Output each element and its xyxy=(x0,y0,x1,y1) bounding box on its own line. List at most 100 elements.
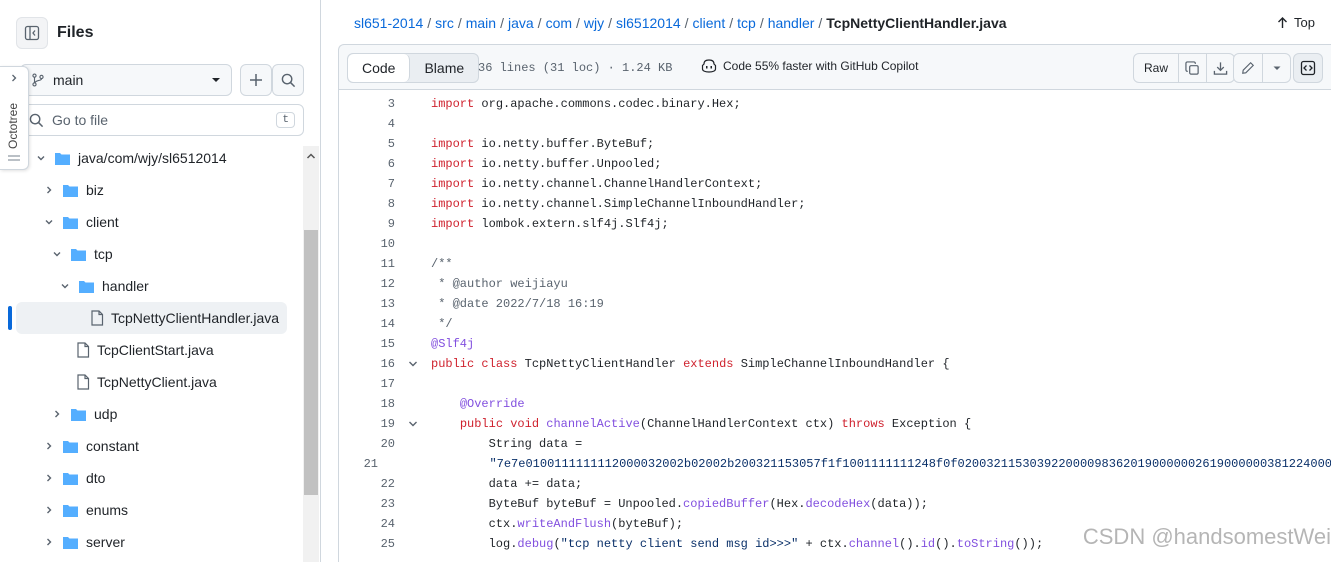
breadcrumb-tcp[interactable]: tcp xyxy=(737,15,756,31)
file-actions: Raw xyxy=(1133,53,1236,83)
branch-selector[interactable]: main xyxy=(20,64,232,96)
code-text: String data = xyxy=(431,437,583,451)
files-header: Files xyxy=(16,17,93,49)
line-number[interactable]: 7 xyxy=(339,177,395,191)
line-number[interactable]: 5 xyxy=(339,137,395,151)
line-number[interactable]: 11 xyxy=(339,257,395,271)
fold-toggle[interactable] xyxy=(395,359,431,369)
line-number[interactable]: 21 xyxy=(339,457,378,471)
tree-item-label: TcpNettyClient.java xyxy=(97,374,217,390)
line-number[interactable]: 15 xyxy=(339,337,395,351)
search-icon xyxy=(29,113,44,127)
tree-scrollbar-thumb[interactable] xyxy=(304,230,318,495)
code-text: log.debug("tcp netty client send msg id>… xyxy=(431,537,1044,551)
chevron-down-icon xyxy=(45,220,53,225)
code-text: /** xyxy=(431,257,453,271)
chevron-right-icon xyxy=(47,442,52,450)
tree-item-udp[interactable]: udp xyxy=(50,398,304,430)
sidebar-collapse-icon xyxy=(24,25,40,41)
tree-item-handler[interactable]: handler xyxy=(58,270,304,302)
line-number[interactable]: 10 xyxy=(339,237,395,251)
octotree-toggle[interactable]: Octotree xyxy=(0,66,29,170)
chevron-down-icon xyxy=(409,361,417,367)
breadcrumb-java[interactable]: java xyxy=(508,15,534,31)
line-number[interactable]: 12 xyxy=(339,277,395,291)
chevron-down-icon xyxy=(61,284,69,289)
line-number[interactable]: 17 xyxy=(339,377,395,391)
breadcrumb-wjy[interactable]: wjy xyxy=(584,15,604,31)
git-branch-icon xyxy=(32,73,44,87)
go-to-file-input[interactable] xyxy=(52,112,272,128)
chevron-down-icon xyxy=(53,252,61,257)
code-line: 19 public void channelActive(ChannelHand… xyxy=(339,414,1331,434)
copy-button[interactable] xyxy=(1178,54,1206,82)
breadcrumb-client[interactable]: client xyxy=(693,15,726,31)
code-line: 22 data += data; xyxy=(339,474,1331,494)
tree-item-tcpclientstart[interactable]: TcpClientStart.java xyxy=(76,334,304,366)
tree-item-client[interactable]: client xyxy=(42,206,304,238)
edit-button[interactable] xyxy=(1234,54,1262,82)
breadcrumb-handler[interactable]: handler xyxy=(768,15,815,31)
line-number[interactable]: 25 xyxy=(339,537,395,551)
line-number[interactable]: 13 xyxy=(339,297,395,311)
scroll-up-arrow[interactable] xyxy=(303,148,319,164)
line-number[interactable]: 18 xyxy=(339,397,395,411)
edit-options-button[interactable] xyxy=(1262,54,1290,82)
line-number[interactable]: 19 xyxy=(339,417,395,431)
tree-item-server[interactable]: server xyxy=(42,526,304,558)
tab-blame[interactable]: Blame xyxy=(410,54,478,82)
line-number[interactable]: 23 xyxy=(339,497,395,511)
tree-item-sl6512014[interactable]: java/com/wjy/sl6512014 xyxy=(34,142,304,174)
tree-item-tcpnettyclienthandler[interactable]: TcpNettyClientHandler.java xyxy=(16,302,287,334)
code-line: 4 xyxy=(339,114,1331,134)
edit-actions xyxy=(1233,53,1291,83)
fold-toggle[interactable] xyxy=(395,419,431,429)
line-number[interactable]: 8 xyxy=(339,197,395,211)
breadcrumb-sl6512014[interactable]: sl6512014 xyxy=(616,15,681,31)
file-sidebar: Files main t java/com/wjy/sl6512014 biz xyxy=(0,0,321,562)
tree-item-constant[interactable]: constant xyxy=(42,430,304,462)
chevron-right-icon xyxy=(12,74,17,82)
tab-code[interactable]: Code xyxy=(348,54,411,82)
search-code-button[interactable] xyxy=(272,64,304,96)
line-number[interactable]: 22 xyxy=(339,477,395,491)
tree-item-biz[interactable]: biz xyxy=(42,174,304,206)
code-line: 14 */ xyxy=(339,314,1331,334)
tree-item-tcp[interactable]: tcp xyxy=(50,238,304,270)
raw-button[interactable]: Raw xyxy=(1134,54,1178,82)
breadcrumb-com[interactable]: com xyxy=(546,15,572,31)
code-line: 9 import lombok.extern.slf4j.Slf4j; xyxy=(339,214,1331,234)
breadcrumb: sl651-2014/src / main / java / com / wjy / sl65120… xyxy=(354,15,1007,31)
tree-item-tcpnettyclient[interactable]: TcpNettyClient.java xyxy=(76,366,304,398)
code-text: @Override xyxy=(459,397,525,411)
collapse-sidebar-button[interactable] xyxy=(16,17,48,49)
breadcrumb-src[interactable]: src xyxy=(435,15,454,31)
files-title: Files xyxy=(57,24,94,41)
go-to-file-field[interactable]: t xyxy=(20,104,304,136)
tree-item-label: biz xyxy=(86,182,104,198)
line-number[interactable]: 9 xyxy=(339,217,395,231)
code-line: 23 ByteBuf byteBuf = Unpooled.copiedBuff… xyxy=(339,494,1331,514)
tree-item-dto[interactable]: dto xyxy=(42,462,304,494)
line-number[interactable]: 16 xyxy=(339,357,395,371)
line-number[interactable]: 4 xyxy=(339,117,395,131)
download-button[interactable] xyxy=(1206,54,1234,82)
code-line: 11 /** xyxy=(339,254,1331,274)
line-number[interactable]: 6 xyxy=(339,157,395,171)
copilot-text: Code 55% faster with GitHub Copilot xyxy=(723,59,919,73)
breadcrumb-repo[interactable]: sl651-2014 xyxy=(354,15,423,31)
line-number[interactable]: 24 xyxy=(339,517,395,531)
tree-item-enums[interactable]: enums xyxy=(42,494,304,526)
code-text: */ xyxy=(431,317,453,331)
line-number[interactable]: 14 xyxy=(339,317,395,331)
symbols-panel-button[interactable] xyxy=(1293,53,1323,83)
code-blame-toggle: Code Blame xyxy=(347,53,480,83)
breadcrumb-current-file: TcpNettyClientHandler.java xyxy=(826,15,1007,31)
tree-item-label: java/com/wjy/sl6512014 xyxy=(78,150,227,166)
add-file-button[interactable] xyxy=(240,64,272,96)
breadcrumb-main[interactable]: main xyxy=(466,15,496,31)
back-to-top-link[interactable]: Top xyxy=(1277,15,1315,30)
line-number[interactable]: 3 xyxy=(339,97,395,111)
line-number[interactable]: 20 xyxy=(339,437,395,451)
copilot-promo[interactable]: Code 55% faster with GitHub Copilot xyxy=(701,59,918,73)
